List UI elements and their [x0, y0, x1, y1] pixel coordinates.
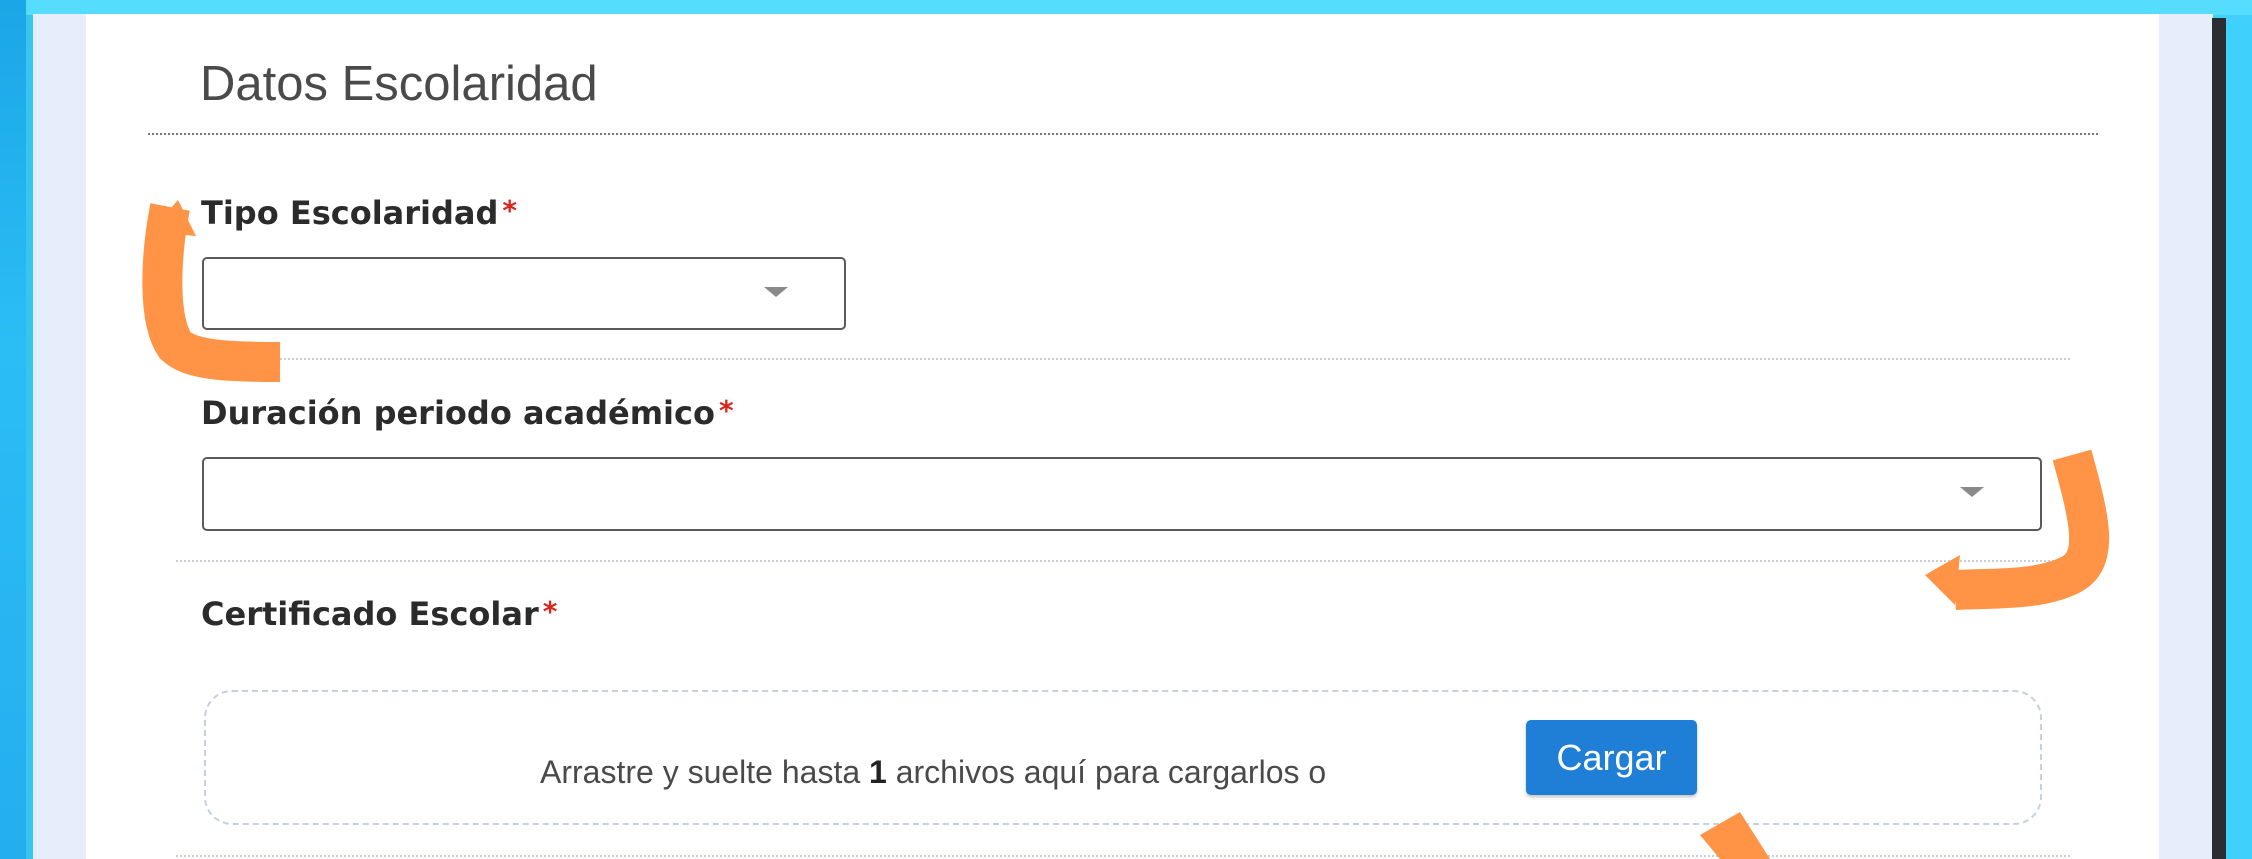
background-top-band [0, 0, 2252, 15]
chevron-down-icon[interactable] [1960, 487, 1984, 497]
tipo-escolaridad-select[interactable] [202, 257, 846, 330]
duracion-periodo-label-text: Duración periodo académico [201, 394, 715, 432]
certificado-escolar-label: Certificado Escolar * [201, 595, 558, 633]
tipo-escolaridad-label: Tipo Escolaridad * [201, 194, 518, 232]
upload-button[interactable]: Cargar [1526, 720, 1697, 795]
dropzone-max-files: 1 [869, 754, 887, 790]
section-title: Datos Escolaridad [200, 57, 598, 111]
certificado-escolar-label-text: Certificado Escolar [201, 595, 539, 633]
duracion-periodo-select[interactable] [202, 457, 2042, 531]
duracion-periodo-label: Duración periodo académico * [201, 394, 734, 432]
dropzone-text-after: archivos aquí para cargarlos o [886, 754, 1327, 790]
row-divider [176, 358, 2070, 360]
window-right-edge [2212, 18, 2226, 859]
required-asterisk: * [542, 595, 558, 628]
dropzone-text-before: Arrastre y suelte hasta [540, 754, 870, 790]
background-left-band [0, 0, 26, 859]
section-divider [148, 133, 2098, 135]
required-asterisk: * [502, 194, 518, 227]
required-asterisk: * [718, 394, 734, 427]
row-divider [176, 560, 2070, 562]
row-divider [176, 855, 2070, 857]
chevron-down-icon[interactable] [764, 287, 788, 297]
tipo-escolaridad-label-text: Tipo Escolaridad [201, 194, 499, 232]
dropzone-instructions: Arrastre y suelte hasta 1 archivos aquí … [540, 756, 1326, 788]
